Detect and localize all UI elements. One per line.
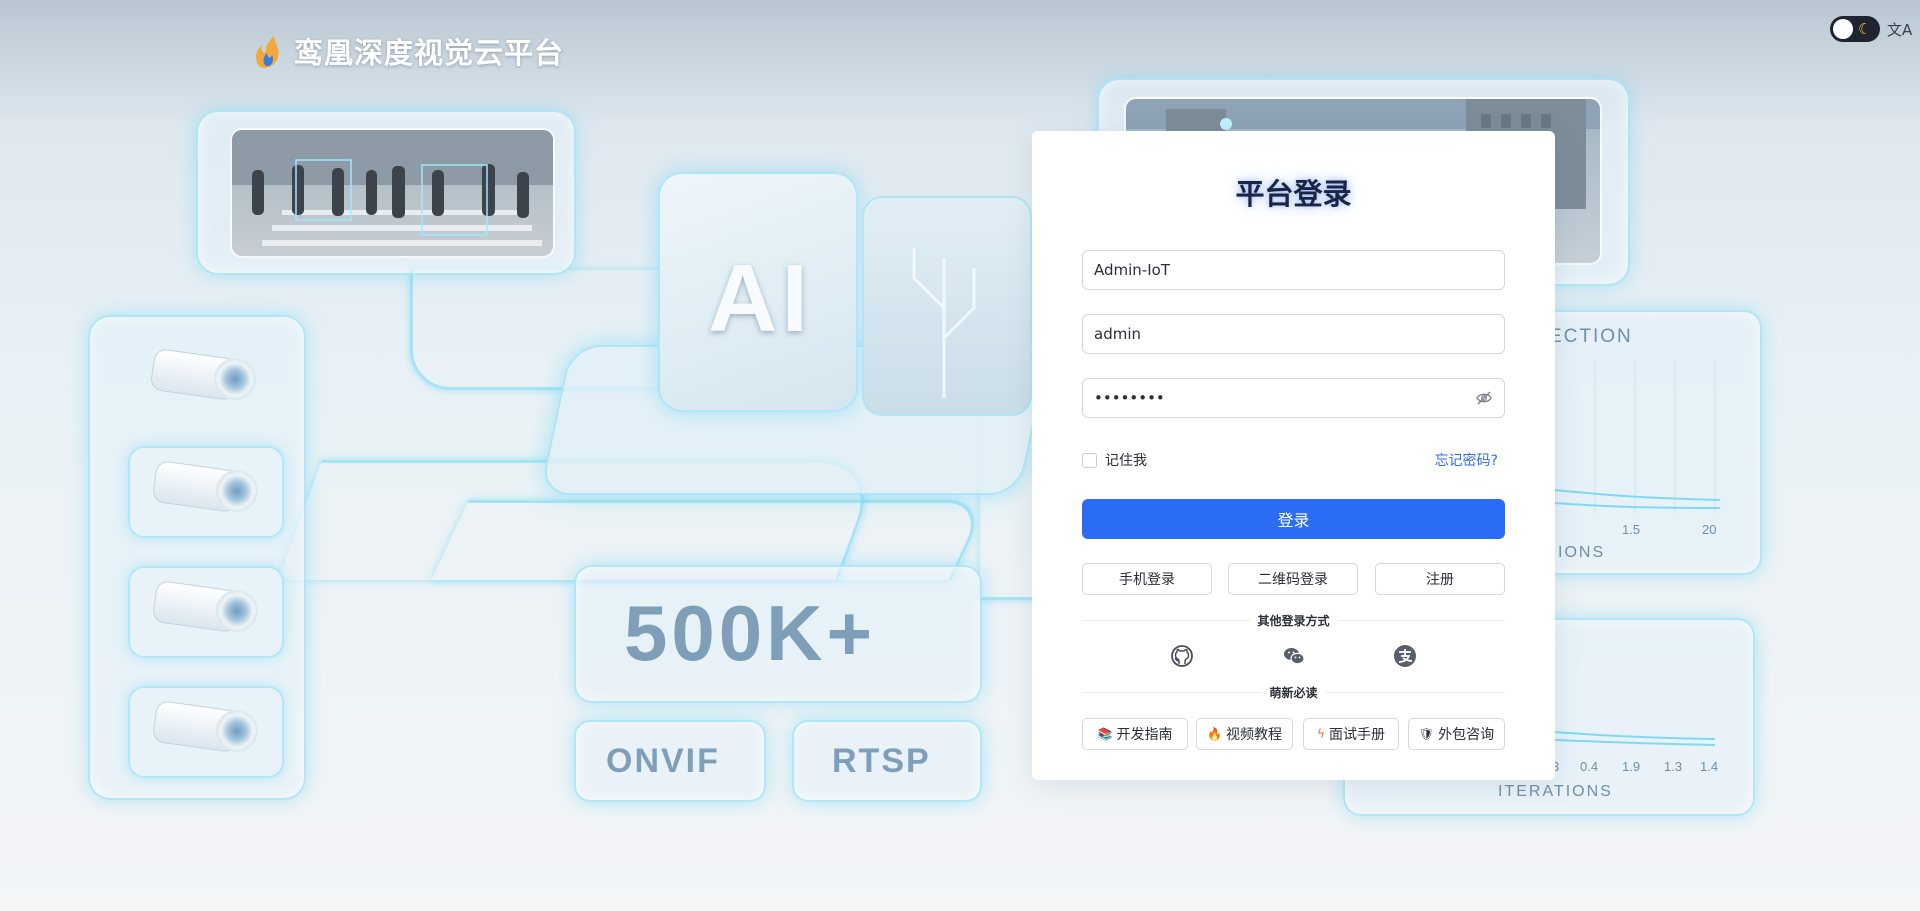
camera-item [128,446,284,538]
ai-cube: AI [658,172,858,412]
login-card: 平台登录 记住我 忘记密码? 登录 手机登录 二维码登录 注册 其他登录方式 [1032,131,1555,780]
eye-off-icon[interactable] [1475,389,1493,407]
stat-value: 500K+ [624,589,877,677]
outsource-consult-button[interactable]: 🛡 外包咨询 [1408,718,1505,750]
background-illustration: AI 500K+ ONVIF RTSP ECTION 1.5 20 IONS 3… [0,0,1920,911]
other-methods-label: 其他登录方式 [1257,613,1330,628]
chart-lines-bottom [1555,731,1716,746]
chart-title-fragment: ECTION [1549,326,1633,347]
camera-lens [214,358,256,400]
video-tutorial-button[interactable]: 🔥 视频教程 [1196,718,1293,750]
chart-lines-top [1555,358,1721,513]
alipay-icon[interactable] [1393,644,1417,668]
theme-toggle[interactable]: ☾ [1830,16,1880,42]
pedestrian-photo [230,128,555,258]
other-methods-divider: 其他登录方式 [1082,613,1505,628]
camera-lens [216,710,258,752]
flame-logo-icon [252,33,282,69]
interview-handbook-button[interactable]: ϟ 面试手册 [1303,718,1399,750]
newbie-label: 萌新必读 [1269,685,1318,700]
fire-icon: 🔥 [1207,727,1222,741]
camera-lens [216,590,258,632]
chart-tick: 20 [1702,522,1717,537]
pedestrian-scene [232,130,553,246]
username-field[interactable] [1082,314,1505,354]
phone-login-button[interactable]: 手机登录 [1082,563,1212,595]
tenant-field[interactable] [1082,250,1505,290]
chart-tick: 0.4 [1580,759,1599,774]
translate-icon[interactable]: 文A [1887,19,1912,40]
toggle-knob [1833,19,1853,39]
camera-item [128,336,284,428]
neural-tree-graphic [912,248,976,398]
forgot-password-link[interactable]: 忘记密码? [1435,450,1498,470]
chart-tick: 1.3 [1664,759,1683,774]
qrcode-login-button[interactable]: 二维码登录 [1228,563,1358,595]
video-tutorial-label: 视频教程 [1225,727,1282,743]
login-button[interactable]: 登录 [1082,499,1505,539]
shield-icon: 🛡 [1418,727,1435,741]
camera-item [128,686,284,778]
password-field[interactable] [1082,378,1505,418]
lightning-icon: ϟ [1317,727,1325,741]
dev-guide-button[interactable]: 📚 开发指南 [1082,718,1188,750]
newbie-divider: 萌新必读 [1082,685,1505,700]
ai-cube-side [862,196,1032,416]
username-input[interactable] [1094,325,1493,343]
chart-tick: 1.5 [1622,522,1641,537]
camera-item [128,566,284,658]
password-input[interactable] [1094,389,1475,407]
camera-lens [216,470,258,512]
login-title: 平台登录 [1235,177,1352,211]
chart-axis-fragment: IONS [1558,544,1606,561]
moon-icon: ☾ [1858,20,1872,38]
app-title: 鸾凰深度视觉云平台 [294,36,565,70]
protocol-rtsp: RTSP [832,742,931,780]
brand: 鸾凰深度视觉云平台 [252,30,564,72]
ai-label: AI [708,245,812,352]
chart-axis-label: ITERATIONS [1498,783,1613,800]
wechat-icon[interactable] [1282,644,1306,668]
remember-me[interactable]: 记住我 [1082,450,1147,470]
chart-tick: 1.9 [1622,759,1641,774]
remember-label: 记住我 [1105,453,1147,469]
register-button[interactable]: 注册 [1375,563,1505,595]
github-icon[interactable] [1170,644,1194,668]
dev-guide-label: 开发指南 [1116,727,1173,743]
protocol-onvif: ONVIF [606,742,720,780]
interview-handbook-label: 面试手册 [1328,727,1385,743]
tenant-input[interactable] [1094,261,1493,279]
book-icon: 📚 [1097,727,1113,741]
outsource-consult-label: 外包咨询 [1438,727,1495,743]
remember-checkbox[interactable] [1082,452,1097,468]
chart-tick: 1.4 [1700,759,1719,774]
